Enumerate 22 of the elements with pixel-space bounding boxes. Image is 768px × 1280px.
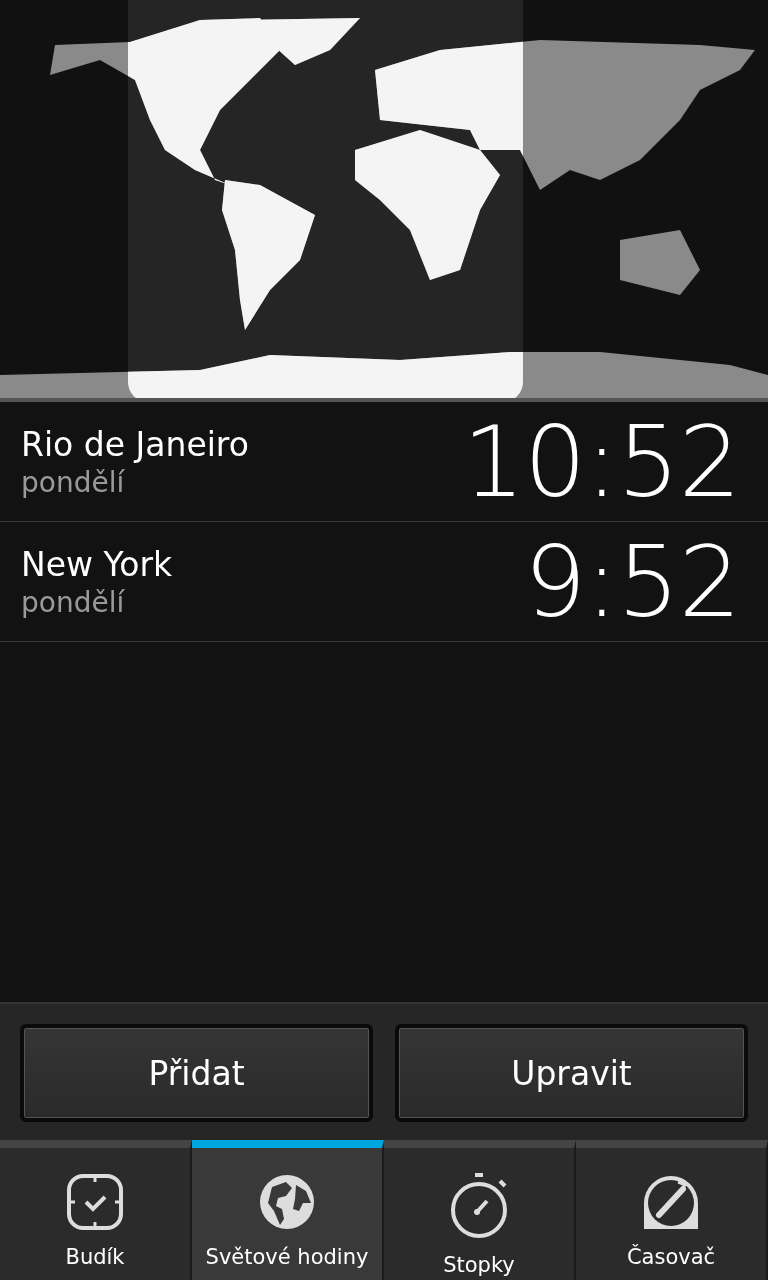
clock-icon [66,1173,124,1231]
tab-label: Světové hodiny [205,1245,369,1269]
tab-label: Časovač [626,1245,716,1269]
tab[interactable]: Stopky [384,1140,576,1280]
city-row[interactable]: Rio de Janeiro pondělí 10:52 [0,402,768,522]
tab-label: Budík [65,1245,125,1269]
city-time: 9:52 [523,524,740,639]
tab-label: Stopky [443,1253,515,1277]
tab[interactable]: Budík [0,1140,192,1280]
weekday: pondělí [21,465,126,499]
city-name: New York [21,544,173,584]
city-time: 10:52 [462,404,740,519]
edit-button[interactable]: Upravit [395,1024,748,1122]
tab[interactable]: Světové hodiny [192,1140,384,1280]
stopwatch-icon [450,1173,508,1239]
globe-icon [258,1173,316,1231]
city-name: Rio de Janeiro [21,424,249,464]
add-button[interactable]: Přidat [20,1024,373,1122]
tab[interactable]: Časovač [576,1140,768,1280]
weekday: pondělí [21,585,126,619]
timer-icon [641,1173,701,1231]
city-row[interactable]: New York pondělí 9:52 [0,522,768,642]
